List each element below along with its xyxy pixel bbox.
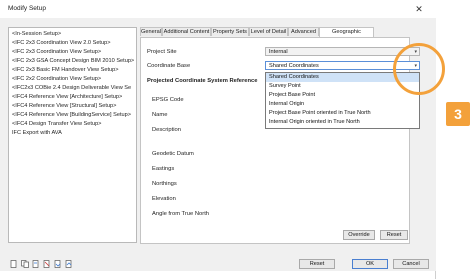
override-button[interactable]: Override: [343, 230, 375, 240]
ok-button[interactable]: OK: [352, 259, 388, 269]
title-bar: Modify Setup ✕: [0, 0, 436, 18]
setup-list-item[interactable]: IFC Export with AVA: [12, 130, 135, 136]
northings-label: Northings: [152, 181, 177, 187]
setup-list-item[interactable]: <IFC 2x3 GSA Concept Design BIM 2010 Set…: [12, 58, 135, 64]
setup-list-item[interactable]: <IFC4 Reference View [Structural] Setup>: [12, 103, 135, 109]
reset-button[interactable]: Reset: [299, 259, 335, 269]
new-setup-icon[interactable]: [10, 260, 18, 268]
project-site-value: Internal: [269, 49, 288, 55]
setup-list-item[interactable]: <IFC4 Design Transfer View Setup>: [12, 121, 135, 127]
angle-from-true-north-label: Angle from True North: [152, 211, 210, 217]
project-site-label: Project Site: [147, 49, 177, 55]
name-label: Name: [152, 112, 168, 118]
elevation-label: Elevation: [152, 196, 176, 202]
setup-list-item[interactable]: <In-Session Setup>: [12, 31, 135, 37]
setup-list-item[interactable]: <IFC2x3 COBie 2.4 Design Deliverable Vie…: [12, 85, 135, 91]
delete-setup-icon[interactable]: [43, 260, 51, 268]
setup-list-item[interactable]: <IFC 2x3 Basic FM Handover View Setup>: [12, 67, 135, 73]
cancel-button[interactable]: Cancel: [393, 259, 429, 269]
tab-property-sets[interactable]: Property Sets: [211, 27, 249, 36]
option-project-base-point-true-north[interactable]: Project Base Point oriented in True Nort…: [266, 109, 419, 118]
close-icon[interactable]: ✕: [413, 3, 425, 15]
option-project-base-point[interactable]: Project Base Point: [266, 91, 419, 100]
description-label: Description: [152, 127, 181, 133]
export-setup-icon[interactable]: [65, 260, 73, 268]
epsg-code-label: EPSG Code: [152, 97, 184, 103]
rename-setup-icon[interactable]: [32, 260, 40, 268]
section-title: Projected Coordinate System Reference: [147, 78, 258, 84]
modify-setup-dialog: Modify Setup ✕ <In-Session Setup> <IFC 2…: [0, 0, 436, 279]
callout-highlight-circle: [393, 43, 445, 95]
tab-advanced[interactable]: Advanced: [288, 27, 319, 36]
setup-list[interactable]: <In-Session Setup> <IFC 2x3 Coordination…: [8, 27, 137, 243]
option-survey-point[interactable]: Survey Point: [266, 82, 419, 91]
tab-level-of-detail[interactable]: Level of Detail: [249, 27, 288, 36]
option-internal-origin[interactable]: Internal Origin: [266, 100, 419, 109]
option-internal-origin-true-north[interactable]: Internal Origin oriented in True North: [266, 118, 419, 127]
setup-list-item[interactable]: <IFC 2x2 Coordination View Setup>: [12, 76, 135, 82]
setup-list-item[interactable]: <IFC4 Reference View [Architecture] Setu…: [12, 94, 135, 100]
setup-list-item[interactable]: <IFC 2x3 Coordination View 2.0 Setup>: [12, 40, 135, 46]
tab-general[interactable]: General: [140, 27, 162, 36]
geodetic-datum-label: Geodetic Datum: [152, 151, 194, 157]
eastings-label: Eastings: [152, 166, 175, 172]
setup-list-item[interactable]: <IFC 2x3 Coordination View Setup>: [12, 49, 135, 55]
dialog-title: Modify Setup: [8, 5, 46, 12]
coordinate-base-value: Shared Coordinates: [269, 63, 319, 69]
tab-additional-content[interactable]: Additional Content: [162, 27, 211, 36]
duplicate-setup-icon[interactable]: [21, 260, 29, 268]
reset-geo-button[interactable]: Reset: [380, 230, 408, 240]
tab-geographic-reference[interactable]: Geographic Reference: [319, 27, 374, 44]
setup-actions: [10, 260, 80, 269]
import-setup-icon[interactable]: [54, 260, 62, 268]
coordinate-base-label: Coordinate Base: [147, 63, 191, 69]
setup-list-item[interactable]: <IFC4 Reference View [BuildingService] S…: [12, 112, 135, 118]
callout-number-badge: 3: [446, 102, 470, 126]
